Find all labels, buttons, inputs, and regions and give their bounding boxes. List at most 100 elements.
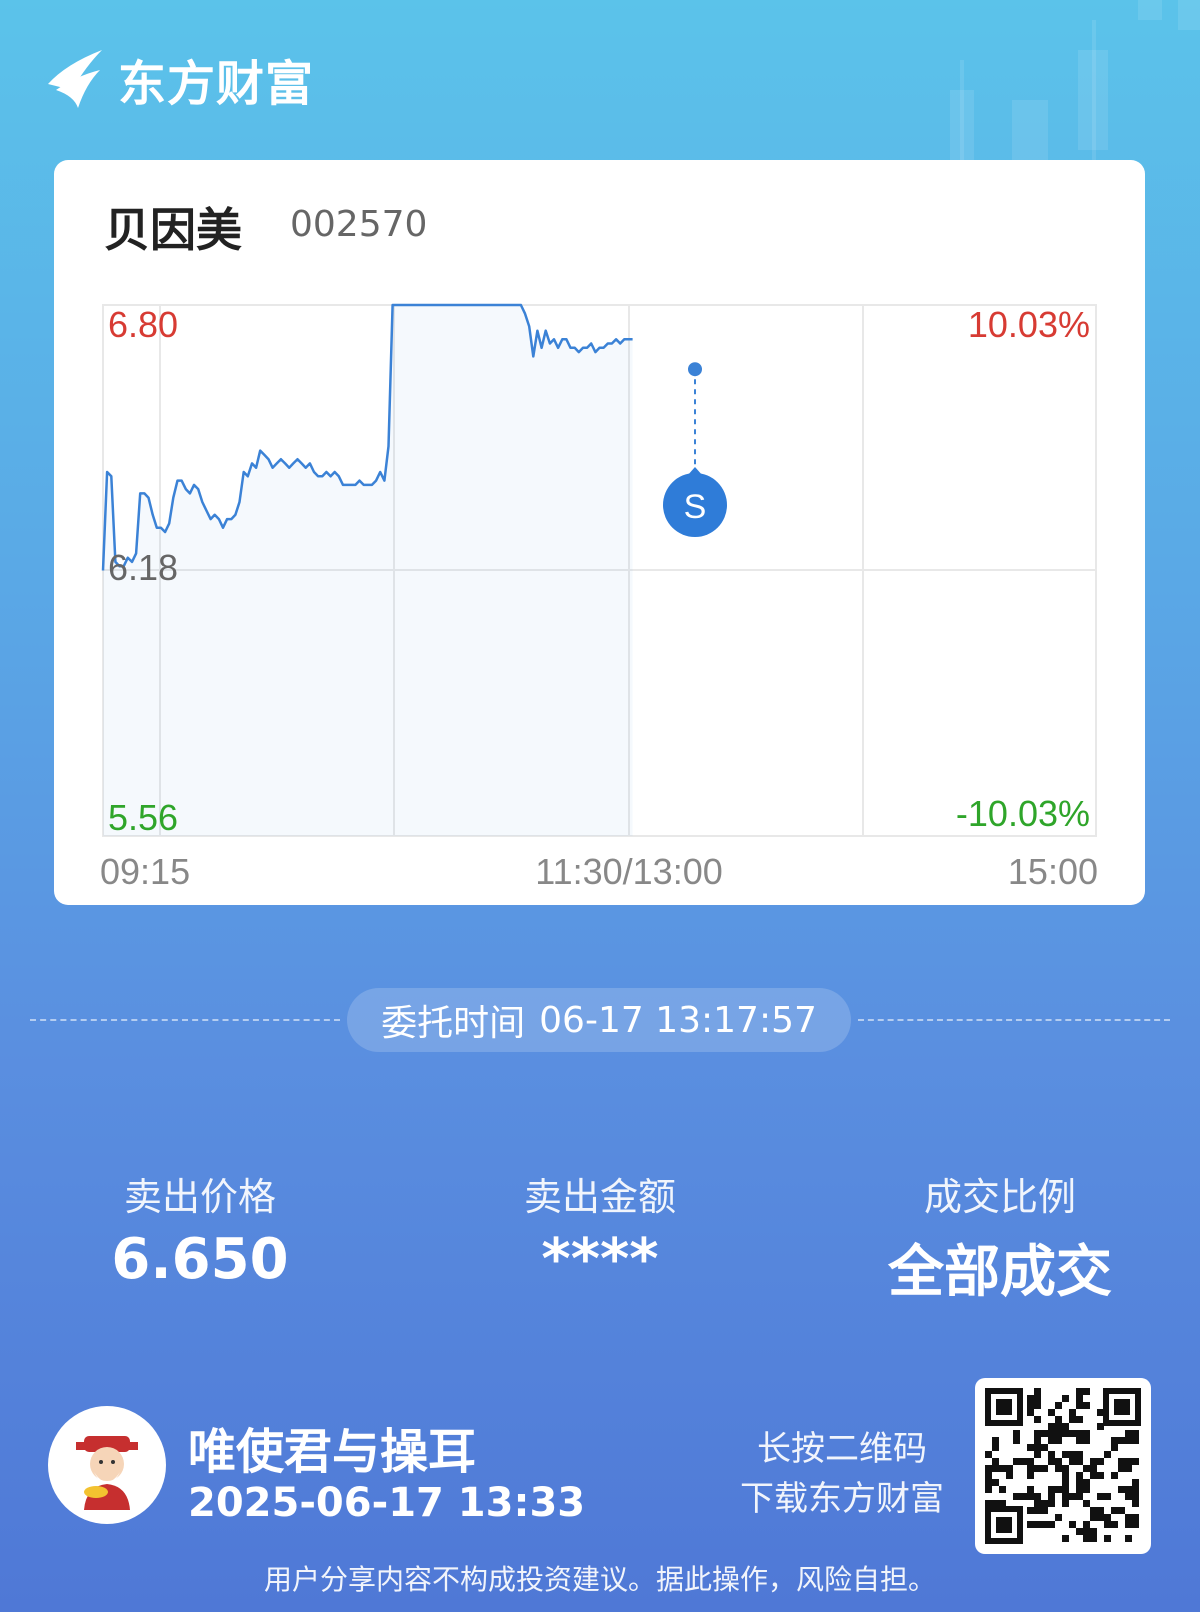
qr-module — [1055, 1514, 1062, 1521]
qr-module — [1041, 1465, 1048, 1472]
qr-module — [1132, 1521, 1139, 1528]
qr-module — [1118, 1486, 1125, 1493]
qr-module — [999, 1486, 1006, 1493]
qr-module — [1076, 1437, 1083, 1444]
qr-module — [1083, 1388, 1090, 1395]
qr-module — [1055, 1458, 1062, 1465]
qr-module — [1062, 1423, 1069, 1430]
stat-label: 卖出金额 — [523, 1175, 676, 1219]
qr-module — [1062, 1535, 1069, 1542]
qr-module — [1076, 1451, 1083, 1458]
qr-module — [1125, 1521, 1132, 1528]
qr-module — [1034, 1416, 1041, 1423]
order-time-value: 06-17 13:17:57 — [539, 999, 817, 1041]
qr-module — [1034, 1430, 1041, 1437]
y-label-mid: 6.18 — [108, 547, 178, 588]
qr-module — [1041, 1500, 1048, 1507]
pct-label-bottom: -10.03% — [956, 793, 1090, 834]
avatar[interactable] — [48, 1406, 166, 1524]
qr-module — [1097, 1409, 1104, 1416]
qr-module — [1055, 1430, 1062, 1437]
stat-sell-price: 卖出价格 6.650 — [50, 1166, 350, 1292]
sell-marker[interactable]: S — [663, 467, 727, 537]
qr-module — [1041, 1430, 1048, 1437]
qr-module — [992, 1437, 999, 1444]
qr-module — [1062, 1395, 1069, 1402]
qr-module — [992, 1479, 999, 1486]
qr-module — [1097, 1514, 1104, 1521]
qr-module — [999, 1465, 1006, 1472]
qr-module — [1013, 1437, 1020, 1444]
qr-module — [1125, 1514, 1132, 1521]
qr-module — [1041, 1521, 1048, 1528]
qr-module — [1090, 1514, 1097, 1521]
qr-module — [1125, 1430, 1132, 1437]
qr-module — [1048, 1451, 1055, 1458]
qr-module — [1076, 1479, 1083, 1486]
qr-module — [1076, 1430, 1083, 1437]
qr-module — [1055, 1423, 1062, 1430]
qr-module — [1020, 1458, 1027, 1465]
qr-module — [1076, 1416, 1083, 1423]
qr-module — [1076, 1493, 1083, 1500]
qr-module — [1069, 1458, 1076, 1465]
qr-module — [1027, 1486, 1034, 1493]
qr-module — [1034, 1521, 1041, 1528]
qr-module — [1062, 1472, 1069, 1479]
stat-sell-amount: 卖出金额 **** — [450, 1166, 750, 1292]
stat-value: **** — [541, 1227, 659, 1292]
qr-module — [1062, 1465, 1069, 1472]
qr-module — [1034, 1500, 1041, 1507]
qr-module — [1055, 1416, 1062, 1423]
qr-module — [1076, 1395, 1083, 1402]
stat-label: 成交比例 — [923, 1175, 1076, 1219]
qr-module — [1083, 1430, 1090, 1437]
qr-module — [1090, 1458, 1097, 1465]
qr-module — [1034, 1395, 1041, 1402]
qr-module — [1020, 1493, 1027, 1500]
qr-module — [985, 1479, 992, 1486]
qr-module — [1118, 1465, 1125, 1472]
qr-module — [1048, 1486, 1055, 1493]
stat-fill-ratio: 成交比例 全部成交 — [850, 1166, 1150, 1308]
share-time: 2025-06-17 13:33 — [188, 1480, 586, 1526]
disclaimer: 用户分享内容不构成投资建议。据此操作，风险自担。 — [263, 1563, 936, 1596]
sell-marker-label: S — [684, 488, 707, 526]
x-label-open: 09:15 — [100, 851, 190, 892]
qr-module — [1090, 1472, 1097, 1479]
qr-module — [985, 1472, 992, 1479]
qr-module — [1083, 1402, 1090, 1409]
qr-module — [1125, 1458, 1132, 1465]
qr-module — [1034, 1388, 1041, 1395]
qr-module — [1090, 1465, 1097, 1472]
qr-module — [1132, 1430, 1139, 1437]
pct-label-top: 10.03% — [968, 304, 1090, 345]
qr-module — [1069, 1409, 1076, 1416]
qr-module — [992, 1465, 999, 1472]
qr-module — [1062, 1500, 1069, 1507]
qr-hint: 长按二维码 下载东方财富 — [740, 1424, 944, 1524]
order-time-pill: 委托时间 06-17 13:17:57 — [347, 988, 851, 1052]
stat-value: 6.650 — [111, 1227, 289, 1292]
qr-module — [1041, 1444, 1048, 1451]
qr-module — [1083, 1521, 1090, 1528]
brand-logo: 东方财富 — [46, 44, 314, 114]
qr-module — [1118, 1437, 1125, 1444]
qr-module — [1006, 1465, 1013, 1472]
qr-module — [1013, 1430, 1020, 1437]
qr-module — [1034, 1507, 1041, 1514]
qr-module — [1125, 1437, 1132, 1444]
qr-code[interactable] — [975, 1378, 1151, 1554]
brand-icon — [48, 50, 102, 108]
y-label-top: 6.80 — [108, 304, 178, 345]
qr-module — [1104, 1535, 1111, 1542]
stat-label: 卖出价格 — [123, 1175, 276, 1219]
intraday-chart: 6.80 6.18 5.56 10.03% -10.03% 09:15 11:3… — [100, 303, 1098, 892]
qr-module — [992, 1500, 999, 1507]
qr-module — [1048, 1500, 1055, 1507]
qr-module — [1055, 1437, 1062, 1444]
qr-module — [1048, 1437, 1055, 1444]
qr-module — [1132, 1493, 1139, 1500]
qr-module — [1132, 1437, 1139, 1444]
qr-module — [1041, 1507, 1048, 1514]
